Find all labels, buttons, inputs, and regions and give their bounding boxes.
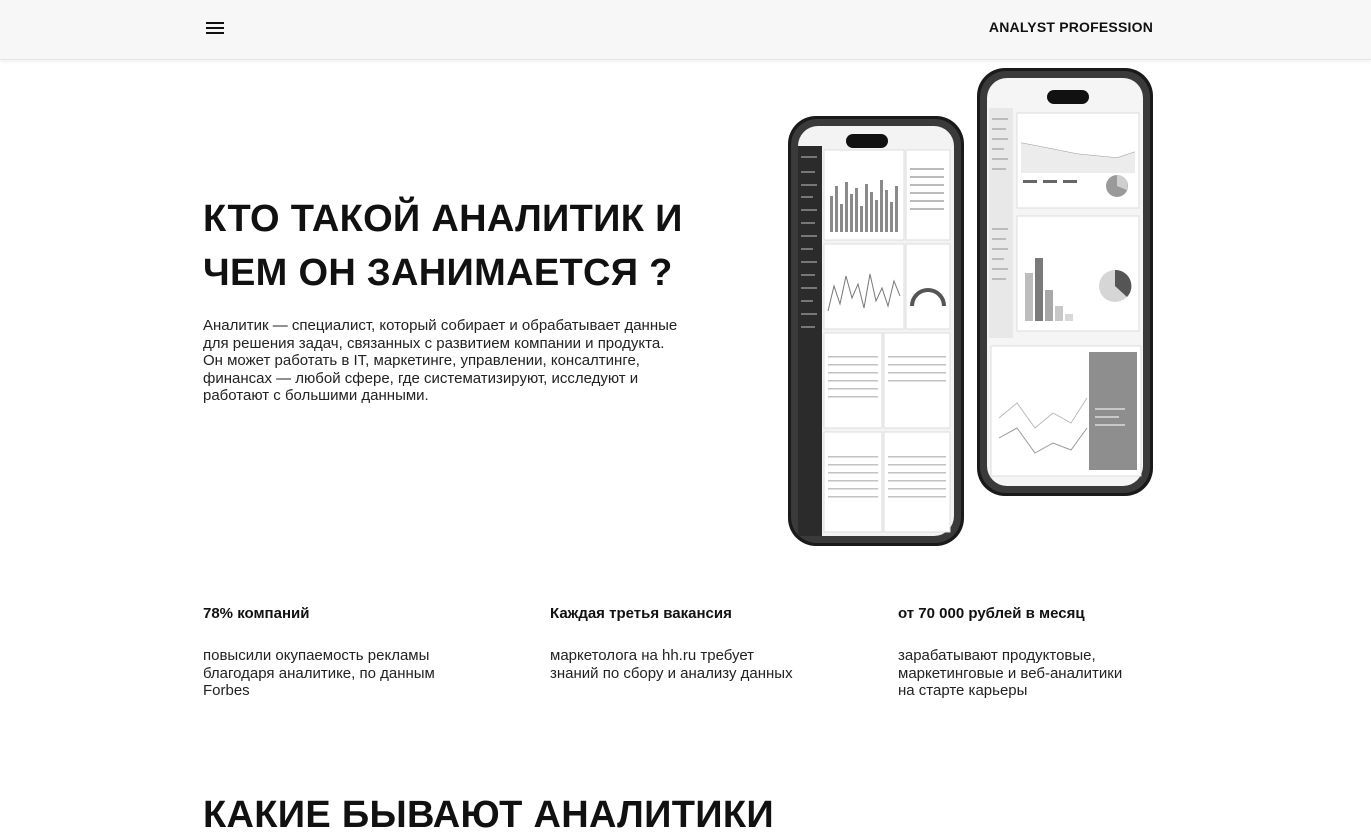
hero-description-line: финансах — любой сфере, где систематизир…	[203, 369, 639, 387]
stat-description-line: на старте карьеры	[898, 682, 1028, 699]
top-navigation-bar: ANALYST PROFESSION	[0, 0, 1371, 60]
stat-description: повысили окупаемость рекламы благодаря а…	[203, 647, 463, 700]
smartphones-analytics-image	[788, 68, 1153, 546]
section-title: КАКИЕ БЫВАЮТ АНАЛИТИКИ	[203, 794, 774, 835]
hero-description-line: Он может работать в IT, маркетинге, упра…	[203, 352, 640, 369]
menu-line	[206, 22, 224, 24]
stat-title: Каждая третья вакансия	[550, 605, 732, 622]
menu-line	[206, 32, 224, 34]
hero-description-line: Аналитик — специалист, который собирает …	[203, 317, 678, 334]
stat-description-line: повысили окупаемость рекламы	[203, 647, 430, 664]
hero-title: КТО ТАКОЙ АНАЛИТИК И ЧЕМ ОН ЗАНИМАЕТСЯ ?	[203, 192, 743, 300]
phone-right	[977, 68, 1153, 496]
hero-title-line: КТО ТАКОЙ АНАЛИТИК И	[203, 198, 683, 240]
stat-description-line: Forbes	[203, 682, 250, 699]
stat-block-salary: от 70 000 рублей в месяц зарабатывают пр…	[898, 605, 1158, 700]
phones-illustration	[785, 66, 1160, 551]
hero-description-line: для решения задач, связанных с развитием…	[203, 334, 665, 352]
phone-left	[788, 116, 964, 546]
stat-description-line: зарабатывают продуктовые,	[898, 647, 1096, 664]
hero-description: Аналитик — специалист, который собирает …	[203, 317, 723, 405]
stat-description-line: маркетинговые и веб-аналитики	[898, 664, 1123, 682]
menu-line	[206, 27, 224, 29]
hamburger-menu-icon[interactable]	[206, 21, 224, 35]
stat-title: 78% компаний	[203, 605, 310, 622]
stat-description-line: маркетолога на hh.ru требует	[550, 647, 755, 664]
stat-description-line: знаний по сбору и анализу данных	[550, 664, 793, 682]
stat-description-line: благодаря аналитике, по данным	[203, 664, 435, 682]
stat-block-companies: 78% компаний повысили окупаемость реклам…	[203, 605, 463, 700]
hero-description-line: работают с большими данными.	[203, 387, 429, 404]
stat-block-vacancies: Каждая третья вакансия маркетолога на hh…	[550, 605, 810, 682]
stat-description: зарабатывают продуктовые, маркетинговые …	[898, 647, 1158, 700]
stat-title: от 70 000 рублей в месяц	[898, 605, 1085, 622]
hero-title-line: ЧЕМ ОН ЗАНИМАЕТСЯ ?	[203, 252, 673, 294]
brand-link[interactable]: ANALYST PROFESSION	[989, 19, 1153, 35]
stat-description: маркетолога на hh.ru требует знаний по с…	[550, 647, 810, 682]
